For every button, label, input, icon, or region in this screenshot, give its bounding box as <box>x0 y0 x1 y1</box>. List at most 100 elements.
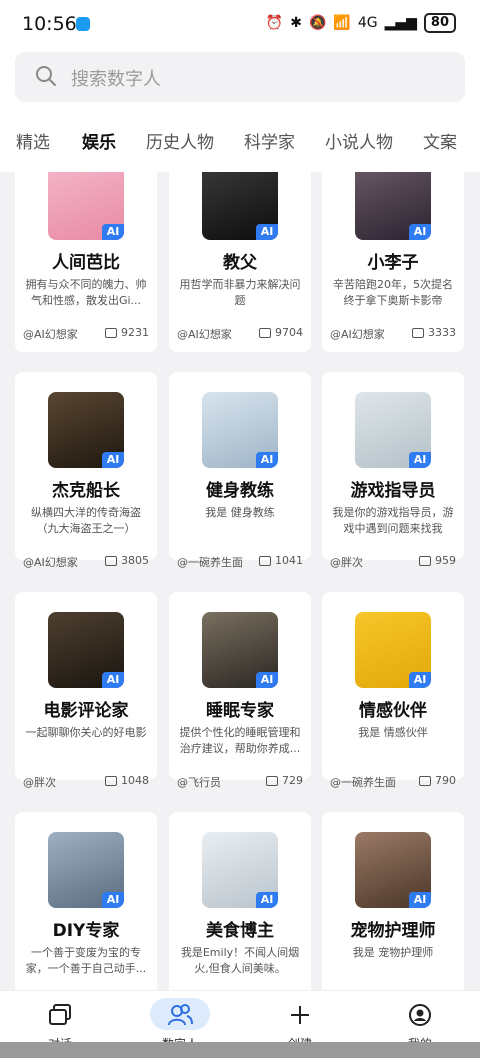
wifi-icon: 📶 <box>333 15 351 31</box>
character-card[interactable]: AI 教父 用哲学而非暴力来解决问题 @AI幻想家 9704 <box>169 172 311 352</box>
chat-icon <box>49 1004 71 1025</box>
ai-badge: AI <box>256 892 278 908</box>
search-icon <box>36 66 56 86</box>
chat-bubble-icon <box>419 555 431 566</box>
tab-copywriting[interactable]: 文案 <box>423 118 457 158</box>
avatar: AI <box>48 612 124 688</box>
character-card[interactable]: AI DIY专家 一个善于变废为宝的专家，一个善于自己动手... <box>15 812 157 992</box>
character-desc: 拥有与众不同的魄力、帅气和性感，散发出Gi... <box>25 278 147 307</box>
character-card[interactable]: AI 游戏指导员 我是你的游戏指导员，游戏中遇到问题来找我 @胖次 959 <box>322 372 464 569</box>
app-notification-icon <box>76 17 90 31</box>
alarm-icon: ⏰ <box>265 15 284 31</box>
tab-historical[interactable]: 历史人物 <box>146 118 214 158</box>
ai-badge: AI <box>102 672 124 688</box>
character-desc: 提供个性化的睡眠管理和治疗建议，帮助你养成... <box>179 726 301 755</box>
system-gesture-bar <box>0 1042 480 1058</box>
character-author: @AI幻想家 <box>330 328 385 341</box>
avatar: AI <box>355 172 431 240</box>
chat-bubble-icon <box>105 327 117 338</box>
character-name: DIY专家 <box>52 921 120 941</box>
character-desc: 一起聊聊你关心的好电影 <box>25 726 147 739</box>
character-name: 情感伙伴 <box>359 701 427 721</box>
avatar: AI <box>202 612 278 688</box>
ai-badge: AI <box>409 452 431 468</box>
character-name: 人间芭比 <box>52 253 120 273</box>
chat-count: 3333 <box>412 326 456 339</box>
chat-count: 9704 <box>259 326 303 339</box>
character-author: @一碗养生面 <box>330 776 396 789</box>
category-tabs: 精选 娱乐 历史人物 科学家 小说人物 文案 <box>0 118 480 158</box>
plus-icon <box>291 1006 309 1024</box>
character-desc: 我是 情感伙伴 <box>358 726 428 739</box>
ai-badge: AI <box>102 452 124 468</box>
search-bar[interactable]: 搜索数字人 <box>15 52 465 102</box>
chat-count: 3805 <box>105 554 149 567</box>
character-name: 美食博主 <box>206 921 274 941</box>
character-card[interactable]: AI 小李子 辛苦陪跑20年，5次提名终于拿下奥斯卡影帝 @AI幻想家 3333 <box>322 172 464 352</box>
character-card[interactable]: AI 情感伙伴 我是 情感伙伴 @一碗养生面 790 <box>322 592 464 789</box>
character-card[interactable]: AI 健身教练 我是 健身教练 @一碗养生面 1041 <box>169 372 311 569</box>
status-bar: 10:56 ⏰ ✱ 🔕 📶 4G ▂▄▆ 80 <box>0 0 480 48</box>
avatar: AI <box>202 392 278 468</box>
status-time: 10:56 <box>22 13 77 35</box>
chat-bubble-icon <box>266 775 278 786</box>
ai-badge: AI <box>256 452 278 468</box>
chat-count: 9231 <box>105 326 149 339</box>
tab-featured[interactable]: 精选 <box>16 118 50 158</box>
status-icons: ⏰ ✱ 🔕 📶 4G ▂▄▆ 80 <box>266 13 456 33</box>
tab-novel[interactable]: 小说人物 <box>325 118 393 158</box>
character-desc: 辛苦陪跑20年，5次提名终于拿下奥斯卡影帝 <box>333 278 453 307</box>
character-desc: 我是 宠物护理师 <box>352 946 434 959</box>
character-name: 小李子 <box>367 253 419 273</box>
character-author: @飞行员 <box>177 776 221 789</box>
chat-bubble-icon <box>259 555 271 566</box>
bluetooth-icon: ✱ <box>290 15 302 31</box>
ai-badge: AI <box>409 892 431 908</box>
character-name: 杰克船长 <box>52 481 120 501</box>
character-card[interactable]: AI 电影评论家 一起聊聊你关心的好电影 @胖次 1048 <box>15 592 157 789</box>
character-desc: 一个善于变废为宝的专家，一个善于自己动手... <box>25 946 147 975</box>
ai-badge: AI <box>102 224 124 240</box>
chat-bubble-icon <box>259 327 271 338</box>
chat-count: 959 <box>419 554 456 567</box>
character-card[interactable]: AI 美食博主 我是Emily！不闻人间烟火,但食人间美味。 <box>169 812 311 992</box>
character-author: @AI幻想家 <box>23 328 78 341</box>
chat-bubble-icon <box>412 327 424 338</box>
ai-badge: AI <box>409 224 431 240</box>
avatar: AI <box>355 612 431 688</box>
avatar: AI <box>202 832 278 908</box>
avatar: AI <box>48 172 124 240</box>
character-author: @AI幻想家 <box>177 328 232 341</box>
chat-count: 729 <box>266 774 303 787</box>
chat-bubble-icon <box>105 775 117 786</box>
tab-entertainment[interactable]: 娱乐 <box>82 118 116 158</box>
character-name: 游戏指导员 <box>350 481 436 501</box>
character-card[interactable]: AI 宠物护理师 我是 宠物护理师 <box>322 812 464 992</box>
battery-icon: 80 <box>423 13 456 33</box>
avatar: AI <box>355 392 431 468</box>
character-name: 健身教练 <box>206 481 274 501</box>
network-label: 4G <box>357 15 378 31</box>
ai-badge: AI <box>409 672 431 688</box>
avatar: AI <box>355 832 431 908</box>
tab-scientist[interactable]: 科学家 <box>244 118 295 158</box>
character-desc: 我是你的游戏指导员，游戏中遇到问题来找我 <box>332 506 454 535</box>
character-card[interactable]: AI 人间芭比 拥有与众不同的魄力、帅气和性感，散发出Gi... @AI幻想家 … <box>15 172 157 352</box>
character-author: @胖次 <box>330 556 363 569</box>
chat-bubble-icon <box>419 775 431 786</box>
chat-count: 790 <box>419 774 456 787</box>
avatar: AI <box>48 832 124 908</box>
chat-count: 1041 <box>259 554 303 567</box>
character-grid: AI 人间芭比 拥有与众不同的魄力、帅气和性感，散发出Gi... @AI幻想家 … <box>0 172 480 992</box>
search-placeholder: 搜索数字人 <box>71 69 161 90</box>
character-desc: 我是 健身教练 <box>205 506 275 519</box>
people-icon <box>168 1004 193 1026</box>
ai-badge: AI <box>256 224 278 240</box>
chat-bubble-icon <box>105 555 117 566</box>
signal-icon: ▂▄▆ <box>384 15 417 31</box>
ai-badge: AI <box>256 672 278 688</box>
character-name: 教父 <box>223 253 257 273</box>
avatar: AI <box>48 392 124 468</box>
character-card[interactable]: AI 睡眠专家 提供个性化的睡眠管理和治疗建议，帮助你养成... @飞行员 72… <box>169 592 311 789</box>
character-card[interactable]: AI 杰克船长 纵横四大洋的传奇海盗（九大海盗王之一） @AI幻想家 3805 <box>15 372 157 569</box>
